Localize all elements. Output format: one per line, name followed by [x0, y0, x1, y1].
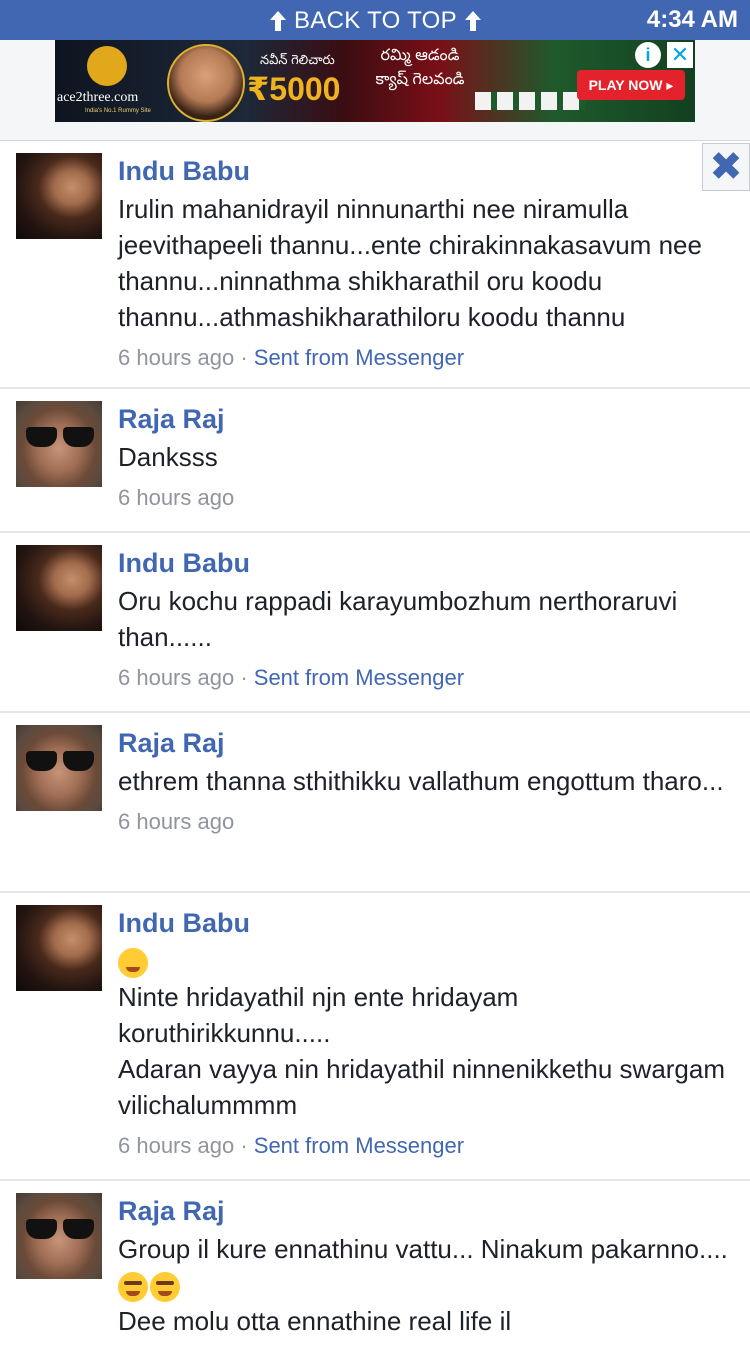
sent-from-messenger-link[interactable]: Sent from Messenger	[254, 665, 464, 690]
comment-list: ✖ Indu Babu Irulin mahanidrayil ninnunar…	[0, 141, 750, 1353]
sunglasses-graphic	[26, 1219, 94, 1239]
ad-brand: ace2three.com	[57, 90, 139, 105]
author-name[interactable]: Raja Raj	[118, 1191, 728, 1231]
sent-from-messenger-link[interactable]: Sent from Messenger	[254, 345, 464, 370]
comment-item: Raja Raj Group il kure ennathinu vattu..…	[0, 1181, 750, 1353]
comment-time[interactable]: 6 hours ago	[118, 809, 234, 834]
arrow-up-icon	[464, 11, 481, 31]
author-name[interactable]: Indu Babu	[118, 543, 728, 583]
back-to-top-button[interactable]: BACK TO TOP	[268, 6, 483, 36]
comment-item: Indu Babu Oru kochu rappadi karayumbozhu…	[0, 533, 750, 713]
close-icon[interactable]: ✖	[702, 143, 750, 191]
meta-separator: ·	[234, 665, 254, 690]
comment-item: Indu Babu Ninte hridayathil njn ente hri…	[0, 893, 750, 1181]
ad-container: ace2three.com India's No.1 Rummy Site నవ…	[0, 40, 750, 141]
ad-banner[interactable]: ace2three.com India's No.1 Rummy Site నవ…	[55, 40, 695, 122]
comment-item: Raja Raj ethrem thanna sthithikku vallat…	[0, 713, 750, 893]
winking-tongue-emoji-icon	[150, 1272, 180, 1303]
comment-text: Group il kure ennathinu vattu... Ninakum…	[118, 1231, 728, 1339]
ad-telugu-left: నవీన్ గెలిచారు	[260, 52, 335, 67]
comment-body: Raja Raj Danksss 6 hours ago	[118, 399, 728, 513]
ad-amount: ₹5000	[247, 71, 341, 107]
comment-line: Oru kochu rappadi karayumbozhum nerthora…	[118, 586, 678, 652]
comment-text: Irulin mahanidrayil ninnunarthi nee nira…	[118, 191, 728, 335]
comment-line: ethrem thanna sthithikku vallathum engot…	[118, 766, 724, 796]
comment-text: Oru kochu rappadi karayumbozhum nerthora…	[118, 583, 728, 655]
ace2three-logo	[87, 46, 127, 86]
ad-brand-tagline: India's No.1 Rummy Site	[85, 108, 151, 114]
comment-meta: 6 hours ago · Sent from Messenger	[118, 343, 728, 373]
comment-meta: 6 hours ago · Sent from Messenger	[118, 663, 728, 693]
avatar[interactable]	[16, 905, 102, 991]
comment-body: Indu Babu Irulin mahanidrayil ninnunarth…	[118, 151, 728, 373]
comment-meta: 6 hours ago	[118, 807, 728, 837]
close-icon[interactable]: ✕	[667, 42, 693, 68]
sunglasses-graphic	[26, 751, 94, 771]
ad-cards-graphic	[475, 92, 585, 110]
meta-separator: ·	[234, 345, 254, 370]
comment-item: Raja Raj Danksss 6 hours ago	[0, 389, 750, 533]
author-name[interactable]: Indu Babu	[118, 903, 728, 943]
comment-body: Indu Babu Oru kochu rappadi karayumbozhu…	[118, 543, 728, 693]
sunglasses-graphic	[26, 427, 94, 447]
comment-line: Ninte hridayathil njn ente hridayam koru…	[118, 982, 519, 1048]
comment-time[interactable]: 6 hours ago	[118, 1133, 234, 1158]
comment-text: Ninte hridayathil njn ente hridayam koru…	[118, 943, 728, 1123]
winking-tongue-emoji-icon	[118, 1272, 148, 1303]
comment-line: Irulin mahanidrayil ninnunarthi nee nira…	[118, 194, 702, 332]
top-bar: BACK TO TOP 4:34 AM	[0, 0, 750, 40]
comment-line: Adaran vayya nin hridayathil ninnenikket…	[118, 1054, 726, 1120]
comment-line: Group il kure ennathinu vattu... Ninakum…	[118, 1234, 728, 1264]
author-name[interactable]: Raja Raj	[118, 399, 728, 439]
comment-body: Raja Raj ethrem thanna sthithikku vallat…	[118, 723, 728, 837]
comment-time[interactable]: 6 hours ago	[118, 665, 234, 690]
meta-separator: ·	[234, 1133, 254, 1158]
back-to-top-label: BACK TO TOP	[294, 7, 457, 34]
author-name[interactable]: Indu Babu	[118, 151, 728, 191]
sent-from-messenger-link[interactable]: Sent from Messenger	[254, 1133, 464, 1158]
comment-body: Raja Raj Group il kure ennathinu vattu..…	[118, 1191, 728, 1339]
comment-body: Indu Babu Ninte hridayathil njn ente hri…	[118, 903, 728, 1161]
ad-person-photo	[167, 44, 245, 122]
comment-meta: 6 hours ago	[118, 483, 728, 513]
comment-text: Danksss	[118, 439, 728, 475]
avatar[interactable]	[16, 545, 102, 631]
comment-line: Danksss	[118, 442, 218, 472]
ad-telugu-right: రమ్మి ఆడండి క్యాష్ గెలవండి	[375, 47, 465, 88]
arrow-up-icon	[270, 11, 286, 31]
avatar[interactable]	[16, 153, 102, 239]
author-name[interactable]: Raja Raj	[118, 723, 728, 763]
status-time: 4:34 AM	[646, 6, 738, 33]
avatar[interactable]	[16, 401, 102, 487]
avatar[interactable]	[16, 1193, 102, 1279]
comment-time[interactable]: 6 hours ago	[118, 345, 234, 370]
avatar[interactable]	[16, 725, 102, 811]
comment-item: ✖ Indu Babu Irulin mahanidrayil ninnunar…	[0, 141, 750, 389]
comment-meta: 6 hours ago · Sent from Messenger	[118, 1131, 728, 1161]
play-now-button[interactable]: PLAY NOW ▸	[577, 70, 685, 100]
comment-time[interactable]: 6 hours ago	[118, 485, 234, 510]
flushed-face-emoji-icon	[118, 948, 148, 979]
info-icon[interactable]: i	[635, 42, 661, 68]
comment-text: ethrem thanna sthithikku vallathum engot…	[118, 763, 728, 799]
